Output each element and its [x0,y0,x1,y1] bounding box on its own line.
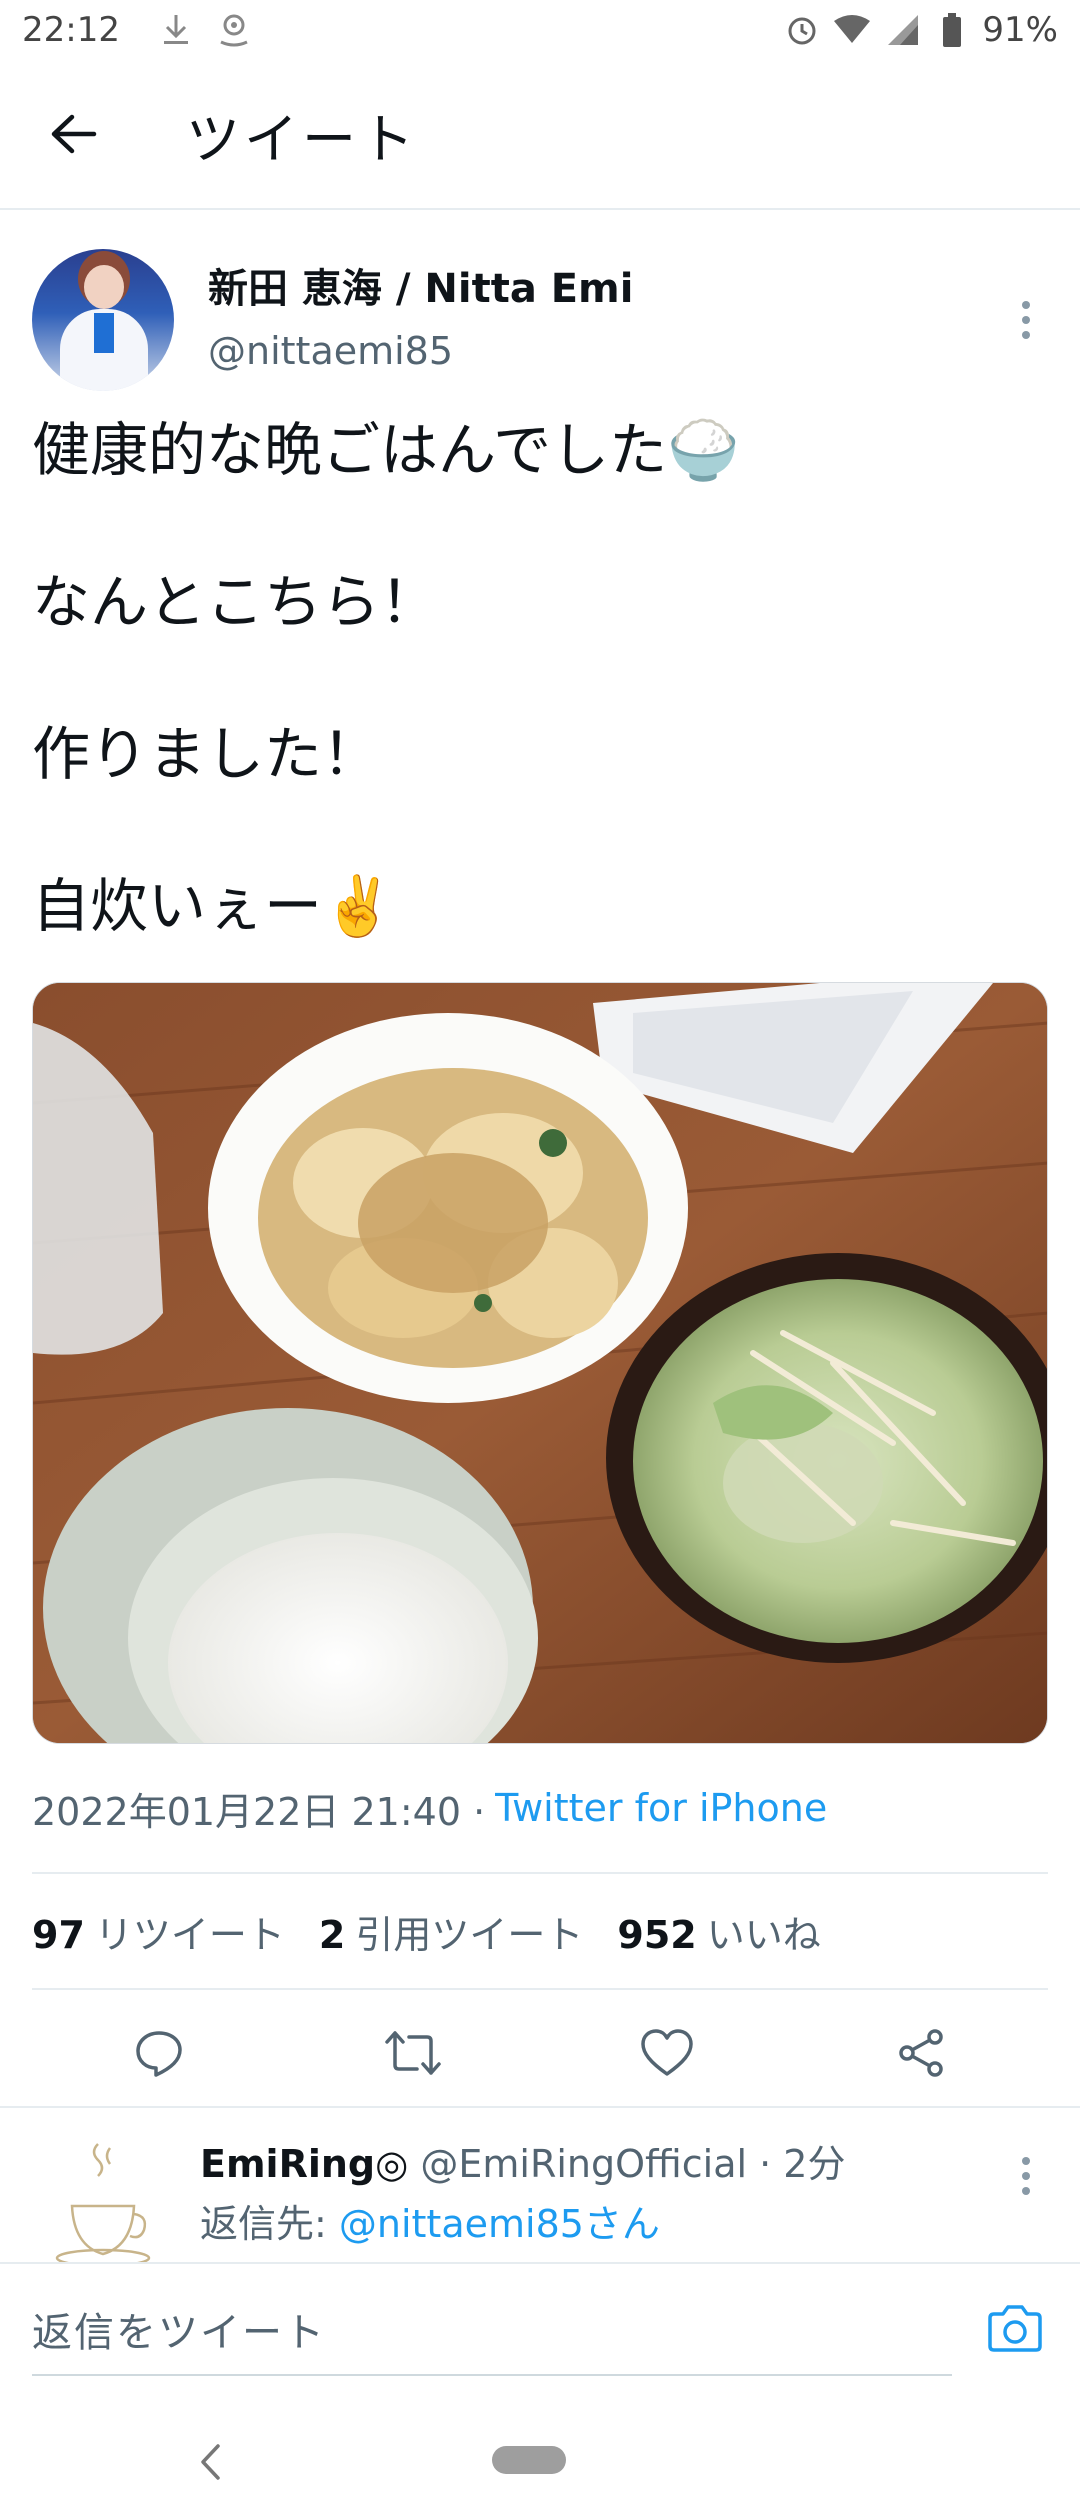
tweet-detail: 新田 恵海 / Nitta Emi @nittaemi85 健康的な晩ごはんでし… [0,212,1080,2116]
tweet-actions [32,1990,1048,2116]
retweet-button[interactable] [378,2018,448,2088]
more-vertical-icon [1022,2157,1030,2195]
reply-avatar[interactable] [32,2136,174,2266]
author-name[interactable]: 新田 恵海 / Nitta Emi [208,261,1006,317]
tweet-text-line: なんとこちら！ [32,568,439,636]
tweet-text: 健康的な晩ごはんでした🍚 なんとこちら！ 作りました！ 自炊いぇー✌️ [32,412,1048,944]
retweets-label: リツイート [94,1912,285,1957]
more-options-button[interactable] [1006,280,1046,360]
page-title: ツイート [186,107,418,171]
food-photo-image [33,983,1047,1743]
avatar[interactable] [32,249,174,391]
status-time: 22:12 [22,10,120,50]
tweet-photo[interactable] [32,982,1048,1744]
location-icon [214,10,254,50]
like-button[interactable] [632,2018,702,2088]
download-icon [156,10,196,50]
retweets-count: 97 [32,1912,85,1957]
tweet-timestamp[interactable]: 2022年01月22日 21:40 · [32,1781,485,1836]
more-vertical-icon [1022,301,1030,339]
reply-to-label: 返信先: [200,2202,339,2246]
author-handle[interactable]: @nittaemi85 [208,323,1006,379]
wifi-icon [832,10,872,50]
share-icon [899,2029,943,2077]
arrow-left-icon [51,114,97,154]
status-bar: 22:12 91% [0,0,1080,60]
tweet-meta: 2022年01月22日 21:40 · Twitter for iPhone [32,1778,1048,1838]
battery-level: 91% [982,10,1058,50]
back-button[interactable] [34,94,114,174]
retweets-stat[interactable]: 97 リツイート [32,1904,285,1959]
likes-label: いいね [706,1912,821,1957]
reply-more-button[interactable] [1006,2146,1046,2206]
reply-compose-bar: 返信をツイート [0,2262,1080,2400]
retweet-icon [385,2031,441,2075]
author-row: 新田 恵海 / Nitta Emi @nittaemi85 [32,240,1048,400]
camera-button[interactable] [982,2296,1048,2362]
likes-stat[interactable]: 952 いいね [617,1904,820,1959]
nav-back-button[interactable] [180,2432,240,2492]
reply-button[interactable] [124,2018,194,2088]
coffee-cup-logo [55,2143,151,2266]
tweet-text-line: 自炊いぇー✌️ [32,872,395,940]
nav-home-pill[interactable] [492,2446,566,2474]
chevron-left-icon [201,2444,220,2480]
tweet-text-line: 作りました！ [32,720,381,788]
reply-author-name[interactable]: EmiRing◎ [200,2142,408,2186]
tweet-text-line: 健康的な晩ごはんでした🍚 [32,416,740,484]
app-header: ツイート [0,60,1080,210]
reply-header: EmiRing◎ @EmiRingOfficial · 2分 [200,2136,845,2192]
author-info: 新田 恵海 / Nitta Emi @nittaemi85 [208,261,1006,379]
reply-handle-time: @EmiRingOfficial · 2分 [408,2142,846,2186]
reply-input[interactable]: 返信をツイート [32,2284,952,2376]
quotes-stat[interactable]: 2 引用ツイート [319,1904,583,1959]
tweet-source-link[interactable]: Twitter for iPhone [495,1786,827,1830]
like-icon [641,2029,693,2076]
battery-icon [932,10,972,50]
signal-icon [882,10,922,50]
likes-count: 952 [617,1912,697,1957]
reply-to: 返信先: @nittaemi85さん [200,2196,660,2252]
status-right: 91% [782,10,1058,50]
camera-icon [988,2305,1042,2352]
system-nav-bar [0,2400,1080,2520]
reply-item[interactable]: EmiRing◎ @EmiRingOfficial · 2分 返信先: @nit… [0,2106,1080,2266]
reply-icon [136,2031,182,2077]
share-button[interactable] [886,2018,956,2088]
alarm-icon [782,10,822,50]
quotes-label: 引用ツイート [355,1912,584,1957]
quotes-count: 2 [318,1912,346,1957]
tweet-stats: 97 リツイート 2 引用ツイート 952 いいね [32,1874,1048,1988]
reply-to-mention[interactable]: @nittaemi85さん [339,2202,660,2246]
